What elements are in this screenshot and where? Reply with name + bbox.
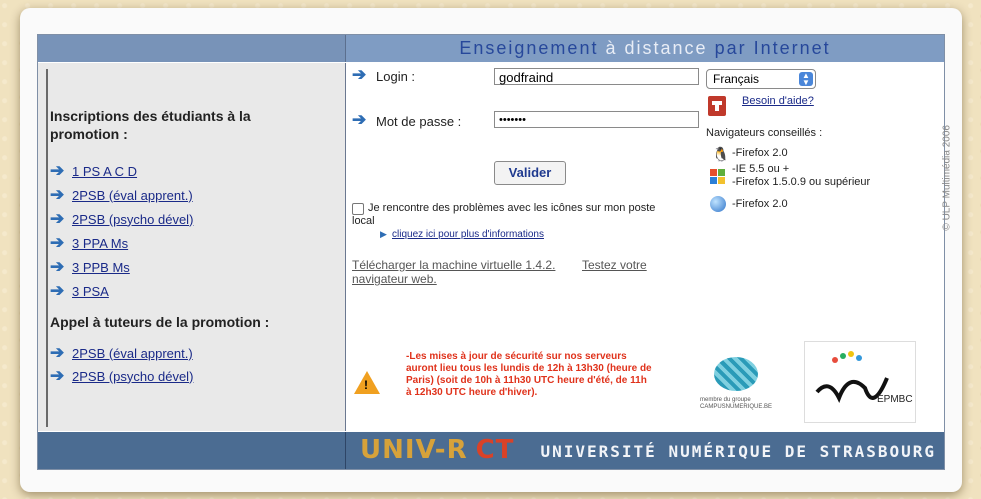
header-title-bar: Enseignement à distance par Internet — [346, 35, 944, 62]
triangle-right-icon: ▶ — [380, 229, 387, 239]
warning-exclamation: ! — [364, 378, 368, 392]
title-part-2: à — [605, 38, 618, 58]
notice-line-2: auront lieu tous les lundis de 12h à 13h… — [406, 363, 652, 374]
promotion-item[interactable]: ➔ 3 PPB Ms — [50, 257, 130, 276]
footer-left-bar — [38, 432, 346, 469]
browser-item: -Firefox 2.0 — [732, 198, 788, 210]
promotion-link[interactable]: 1 PS A C D — [72, 164, 137, 179]
arrow-right-icon: ➔ — [50, 185, 65, 204]
epmbc-text: EPMBC — [877, 394, 913, 405]
univ-r-ct-logo: UNIV-R CT — [360, 435, 514, 465]
language-selected: Français — [713, 72, 760, 86]
campus-numerique-logo[interactable]: membre du groupe CAMPUSNUMERIQUE.BE — [698, 349, 778, 410]
left-panel: Inscriptions des étudiants à la promotio… — [38, 63, 347, 431]
left-vertical-rule — [46, 69, 48, 427]
browsers-title: Navigateurs conseillés : — [706, 127, 823, 139]
browser-item: -Firefox 1.5.0.9 ou supérieur — [732, 176, 871, 188]
icons-problem-label-line2: local — [352, 215, 375, 227]
notice-line-3: Paris) (soit de 10h à 11h30 UTC heure d'… — [406, 375, 647, 386]
test-browser-link-part[interactable]: Testez votre — [582, 258, 647, 272]
tutor-link[interactable]: 2PSB (éval apprent.) — [72, 346, 193, 361]
promotion-link[interactable]: 3 PSA — [72, 284, 109, 299]
login-panel: ➔ Login : godfraind ➔ Mot de passe : •••… — [346, 63, 953, 432]
section-inscriptions-title-line2: promotion : — [50, 126, 128, 142]
brand-univr: UNIV-R — [360, 435, 468, 465]
password-input[interactable]: ••••••• — [494, 111, 699, 128]
title-part-4: par Internet — [714, 38, 831, 58]
title-part-1: Enseignement — [459, 38, 599, 58]
select-stepper-icon: ▲ ▼ — [799, 72, 813, 87]
title-part-3: distance — [624, 38, 708, 58]
promotion-link[interactable]: 2PSB (éval apprent.) — [72, 188, 193, 203]
epmbc-logo[interactable]: EPMBC — [804, 341, 916, 423]
arrow-right-icon: ➔ — [50, 233, 65, 252]
password-label: Mot de passe : — [376, 114, 462, 129]
promotion-link[interactable]: 3 PPB Ms — [72, 260, 130, 275]
browser-item: -Firefox 2.0 — [732, 147, 788, 159]
tutor-item[interactable]: ➔ 2PSB (psycho dével) — [50, 366, 193, 385]
icons-problem-label-line1: Je rencontre des problèmes avec les icôn… — [368, 202, 656, 214]
promotion-item[interactable]: ➔ 3 PPA Ms — [50, 233, 128, 252]
login-label: Login : — [376, 69, 416, 84]
epmbc-logo-graphic — [815, 351, 889, 403]
language-select[interactable]: Français ▲ ▼ — [706, 69, 816, 89]
promotion-item[interactable]: ➔ 2PSB (psycho dével) — [50, 209, 193, 228]
help-link[interactable]: Besoin d'aide? — [742, 95, 814, 107]
test-browser-link-part[interactable]: navigateur web. — [352, 272, 437, 286]
promotion-link[interactable]: 2PSB (psycho dével) — [72, 212, 193, 227]
promotion-item[interactable]: ➔ 2PSB (éval apprent.) — [50, 185, 193, 204]
arrow-right-icon: ➔ — [50, 257, 65, 276]
notice-line-1: -Les mises à jour de sécurité sur nos se… — [406, 351, 627, 362]
notice-line-4: à 12h30 UTC heure d'hiver). — [406, 387, 538, 398]
download-vm-link[interactable]: Télécharger la machine virtuelle 1.4.2. — [352, 258, 555, 272]
promotion-item[interactable]: ➔ 3 PSA — [50, 281, 109, 300]
browser-item: -IE 5.5 ou + — [732, 163, 790, 175]
arrow-right-icon: ➔ — [50, 343, 65, 362]
more-info-link[interactable]: cliquez ici pour plus d'informations — [392, 229, 544, 240]
mac-globe-icon — [710, 196, 726, 212]
login-input[interactable]: godfraind — [494, 68, 699, 85]
brand-ct: CT — [475, 435, 515, 465]
submit-button[interactable]: Valider — [494, 161, 566, 185]
arrow-right-icon: ➔ — [352, 65, 367, 84]
university-name: UNIVERSITÉ NUMÉRIQUE DE STRASBOURG — [540, 442, 936, 461]
windows-logo-icon — [710, 169, 726, 185]
header-left-bar — [38, 35, 346, 62]
page-title: Enseignement à distance par Internet — [459, 38, 830, 58]
section-tutors-title: Appel à tuteurs de la promotion : — [50, 314, 270, 330]
arrow-right-icon: ➔ — [50, 281, 65, 300]
copyright-text: © ULP Multimédia 2006 — [942, 125, 953, 231]
section-inscriptions-title: Inscriptions des étudiants à la promotio… — [50, 107, 251, 143]
arrow-right-icon: ➔ — [50, 209, 65, 228]
arrow-right-icon: ➔ — [50, 366, 65, 385]
footer-brand-bar: UNIV-R CT UNIVERSITÉ NUMÉRIQUE DE STRASBO… — [346, 432, 944, 469]
arrow-right-icon: ➔ — [50, 161, 65, 180]
campus-caption: membre du groupe CAMPUSNUMERIQUE.BE — [700, 397, 773, 410]
promotion-link[interactable]: 3 PPA Ms — [72, 236, 128, 251]
tutor-link[interactable]: 2PSB (psycho dével) — [72, 369, 193, 384]
promotion-item[interactable]: ➔ 1 PS A C D — [50, 161, 137, 180]
icons-problem-checkbox[interactable] — [352, 203, 364, 215]
linux-tux-icon: 🐧 — [712, 146, 730, 162]
arrow-right-icon: ➔ — [352, 110, 367, 129]
main-frame: Enseignement à distance par Internet Ins… — [37, 34, 953, 470]
help-book-icon[interactable] — [708, 96, 726, 116]
section-inscriptions-title-line1: Inscriptions des étudiants à la — [50, 108, 251, 124]
tutor-item[interactable]: ➔ 2PSB (éval apprent.) — [50, 343, 193, 362]
